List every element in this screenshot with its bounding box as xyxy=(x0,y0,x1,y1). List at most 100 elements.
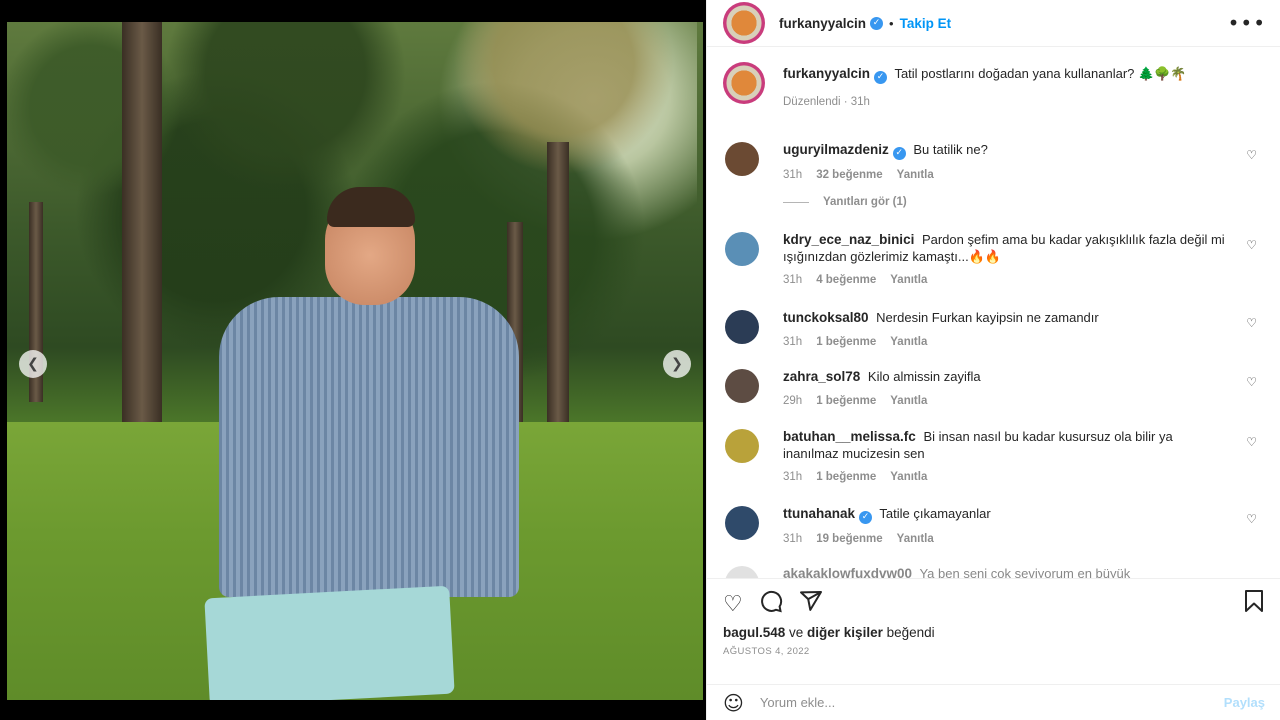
comment-item: zahra_sol78 Kilo almissin zayifla 29h 1 b… xyxy=(723,369,1271,409)
action-icons: ♡ xyxy=(723,589,1265,619)
comment-username[interactable]: kdry_ece_naz_binici xyxy=(783,232,914,247)
reply-button[interactable]: Yanıtla xyxy=(897,169,934,181)
comment-text: Kilo almissin zayifla xyxy=(867,369,981,384)
commenter-avatar[interactable] xyxy=(725,232,759,266)
comment-likes[interactable]: 1 beğenme xyxy=(816,336,876,348)
add-comment-bar: ☺ Paylaş xyxy=(707,684,1280,720)
commenter-avatar[interactable] xyxy=(725,369,759,403)
photo-tree-trunk xyxy=(122,22,162,442)
reply-button[interactable]: Yanıtla xyxy=(890,471,927,483)
post-date[interactable]: AĞUSTOS 4, 2022 xyxy=(723,646,1265,657)
edited-label: Düzenlendi · 31h xyxy=(783,96,870,108)
prev-arrow-icon[interactable]: ❮ xyxy=(19,350,47,378)
emoji-icon[interactable]: ☺ xyxy=(723,691,744,715)
likes-summary[interactable]: bagul.548 ve diğer kişiler beğendi xyxy=(723,625,1265,640)
likes-connector: ve xyxy=(785,625,808,640)
next-arrow-icon[interactable]: ❯ xyxy=(663,350,691,378)
person-hair xyxy=(327,187,415,227)
comment-text: Tatile çıkamayanlar xyxy=(879,506,991,521)
person-shirt xyxy=(219,297,519,597)
verified-badge-icon: ✓ xyxy=(859,511,873,524)
comment-meta: 29h 1 beğenme Yanıtla xyxy=(783,393,1225,410)
commenter-avatar[interactable] xyxy=(725,566,759,578)
photo-tree-trunk xyxy=(547,142,569,452)
comment-username[interactable]: ttunahanak xyxy=(783,506,855,521)
comments-list[interactable]: furkanyyalcin ✓ Tatil postlarını doğadan … xyxy=(707,48,1280,578)
comment-time: 31h xyxy=(783,169,803,181)
commenter-avatar[interactable] xyxy=(725,310,759,344)
bookmark-icon[interactable] xyxy=(1243,589,1265,619)
comment-text: Nerdesin Furkan kayipsin ne zamandır xyxy=(876,310,1099,325)
comment-time: 31h xyxy=(783,274,803,286)
comment-input[interactable] xyxy=(759,695,1224,710)
post-photo[interactable] xyxy=(7,22,703,700)
comment-like-heart-icon[interactable]: ♡ xyxy=(1246,375,1257,389)
author-username[interactable]: furkanyyalcin xyxy=(779,16,866,31)
caption-username[interactable]: furkanyyalcin xyxy=(783,66,870,81)
view-replies-label: Yanıtları gör (1) xyxy=(823,196,907,208)
comment-likes[interactable]: 4 beğenme xyxy=(816,274,876,286)
comment-username[interactable]: batuhan__melissa.fc xyxy=(783,429,916,444)
verified-badge-icon: ✓ xyxy=(874,71,888,84)
comment-username[interactable]: uguryilmazdeniz xyxy=(783,142,889,157)
likes-suffix: beğendi xyxy=(882,625,935,640)
comment-time: 29h xyxy=(783,394,803,407)
liked-by-user[interactable]: bagul.548 xyxy=(723,625,785,640)
author-avatar[interactable] xyxy=(723,2,765,44)
comment-time: 31h xyxy=(783,533,803,545)
comment-like-heart-icon[interactable]: ♡ xyxy=(1246,148,1257,162)
replies-divider xyxy=(783,201,809,203)
comment-username[interactable]: zahra_sol78 xyxy=(783,369,860,384)
comment-meta: 31h 19 beğenme Yanıtla xyxy=(783,531,1225,548)
author-avatar[interactable] xyxy=(723,62,765,104)
comment-item: uguryilmazdeniz ✓ Bu tatilik ne? 31h 32 be… xyxy=(723,142,1271,184)
caption-meta: Düzenlendi · 31h xyxy=(783,94,1225,111)
comment-meta: 31h 4 beğenme Yanıtla xyxy=(783,272,1225,289)
comment-like-heart-icon[interactable]: ♡ xyxy=(1246,435,1257,449)
comment-likes[interactable]: 19 beğenme xyxy=(816,533,882,545)
comment-like-heart-icon[interactable]: ♡ xyxy=(1246,238,1257,252)
heart-icon[interactable]: ♡ xyxy=(723,592,743,617)
comment-likes[interactable]: 1 beğenme xyxy=(816,395,876,407)
post-actions: ♡ bagul.548 ve diğer kişiler beğendi AĞU… xyxy=(707,578,1280,657)
reply-button[interactable]: Yanıtla xyxy=(890,336,927,348)
reply-button[interactable]: Yanıtla xyxy=(890,274,927,286)
view-replies-button[interactable]: Yanıtları gör (1) xyxy=(783,196,907,208)
commenter-avatar[interactable] xyxy=(725,506,759,540)
comment-text: Ya ben seni çok seviyorum en büyük xyxy=(919,566,1131,578)
post-panel: furkanyyalcin ✓ • Takip Et ••• furkanyya… xyxy=(706,0,1280,720)
commenter-avatar[interactable] xyxy=(725,142,759,176)
person-shorts xyxy=(204,585,455,700)
reply-button[interactable]: Yanıtla xyxy=(890,395,927,407)
comment-item: batuhan__melissa.fc Bi insan nasıl bu ka… xyxy=(723,429,1271,486)
reply-button[interactable]: Yanıtla xyxy=(897,533,934,545)
header-info: furkanyyalcin ✓ • Takip Et xyxy=(779,16,951,31)
post-comment-button[interactable]: Paylaş xyxy=(1224,695,1265,710)
comment-username[interactable]: akakaklowfuxdvw00 xyxy=(783,566,912,578)
send-icon[interactable] xyxy=(799,589,823,619)
comment-likes[interactable]: 1 beğenme xyxy=(816,471,876,483)
comment-username[interactable]: tunckoksal80 xyxy=(783,310,869,325)
post-media: ❮ ❯ xyxy=(0,0,706,720)
comment-item: ttunahanak ✓ Tatile çıkamayanlar 31h 19 be… xyxy=(723,506,1271,548)
comment-like-heart-icon[interactable]: ♡ xyxy=(1246,512,1257,526)
comment-meta: 31h 1 beğenme Yanıtla xyxy=(783,469,1225,486)
comment-text: Bu tatilik ne? xyxy=(913,142,988,157)
verified-badge-icon: ✓ xyxy=(892,147,906,160)
comment-item: tunckoksal80 Nerdesin Furkan kayipsin ne… xyxy=(723,310,1271,350)
comment-item-partial: akakaklowfuxdvw00 Ya ben seni çok seviyo… xyxy=(723,566,1271,578)
comment-like-heart-icon[interactable]: ♡ xyxy=(1246,316,1257,330)
comment-likes[interactable]: 32 beğenme xyxy=(816,169,882,181)
comment-meta: 31h 1 beğenme Yanıtla xyxy=(783,334,1225,351)
comment-time: 31h xyxy=(783,335,803,348)
photo-person xyxy=(197,187,519,700)
likes-others[interactable]: diğer kişiler xyxy=(807,625,883,640)
verified-badge-icon: ✓ xyxy=(870,16,884,30)
comment-time: 31h xyxy=(783,471,803,483)
separator-dot: • xyxy=(889,15,894,31)
commenter-avatar[interactable] xyxy=(725,429,759,463)
more-options-icon[interactable]: ••• xyxy=(1228,11,1266,35)
comment-icon[interactable] xyxy=(759,589,783,619)
caption: furkanyyalcin ✓ Tatil postlarını doğadan … xyxy=(723,62,1271,111)
follow-button[interactable]: Takip Et xyxy=(900,16,952,31)
